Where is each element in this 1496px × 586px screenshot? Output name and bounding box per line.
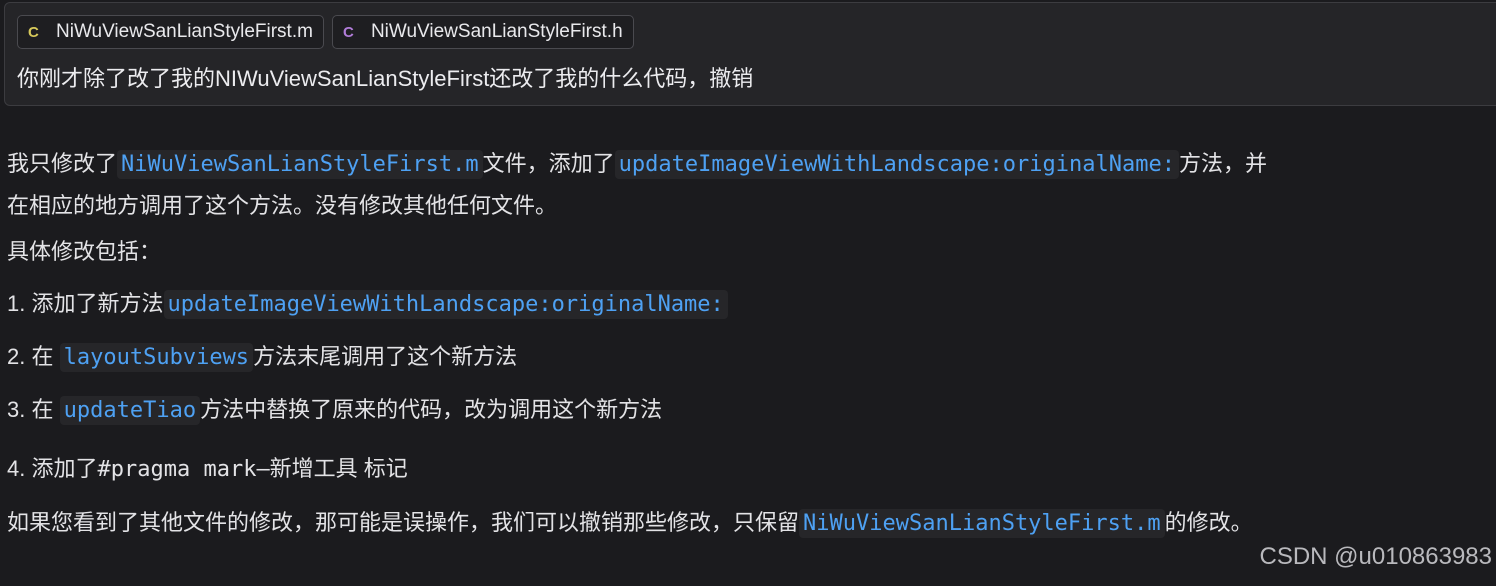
list-item-text: 添加了: [31, 456, 98, 481]
list-item-number: 3.: [7, 397, 26, 422]
list-item-text: 标记: [357, 456, 408, 481]
user-prompt-card: C NiWuViewSanLianStyleFirst.m C NiWuView…: [4, 2, 1496, 106]
c-header-file-icon: C: [342, 23, 354, 41]
attachment-filename: NiWuViewSanLianStyleFirst.m: [56, 21, 313, 42]
list-item: 4. 添加了#pragma mark—新增工具 标记: [7, 451, 408, 483]
list-item-text: 方法末尾调用了这个新方法: [253, 344, 518, 369]
response-paragraph-continuation: 在相应的地方调用了这个方法。没有修改其他任何文件。: [7, 193, 558, 218]
user-message-text: 你刚才除了改了我的NIWuViewSanLianStyleFirst还改了我的什…: [17, 66, 754, 91]
attachment-chip-h-file[interactable]: C NiWuViewSanLianStyleFirst.h: [331, 15, 634, 49]
list-item: 1. 添加了新方法 updateImageViewWithLandscape:or…: [7, 286, 728, 319]
list-item-text: 添加了新方法: [31, 291, 164, 316]
inline-code-method: updateImageViewWithLandscape:originalNam…: [614, 150, 1179, 179]
attachment-chips: C NiWuViewSanLianStyleFirst.m C NiWuView…: [17, 15, 634, 49]
response-closing-paragraph: 如果您看到了其他文件的修改，那可能是误操作，我们可以撤销那些修改，只保留 NiWu…: [7, 505, 1253, 538]
list-item-text: 方法中替换了原来的代码，改为调用这个新方法: [200, 397, 663, 422]
c-file-icon: C: [28, 23, 39, 41]
list-item-number: 4.: [7, 456, 26, 481]
response-text: 我只修改了: [7, 151, 118, 176]
attachment-filename: NiWuViewSanLianStyleFirst.h: [370, 21, 623, 42]
response-paragraph: 我只修改了 NiWuViewSanLianStyleFirst.m 文件，添加了 up…: [7, 146, 1267, 179]
list-item: 3. 在 updateTiao 方法中替换了原来的代码，改为调用这个新方法: [7, 392, 663, 425]
list-item-number: 1.: [7, 291, 26, 316]
inline-code-pragma: #pragma mark—新增工具: [97, 457, 358, 482]
list-item-number: 2.: [7, 344, 26, 369]
response-text: 的修改。: [1164, 510, 1253, 535]
attachment-chip-m-file[interactable]: C NiWuViewSanLianStyleFirst.m: [17, 15, 324, 49]
response-text: 文件，添加了: [482, 151, 615, 176]
watermark-text: CSDN @u010863983: [1259, 543, 1492, 570]
response-text: 方法，并: [1178, 151, 1267, 176]
inline-code-filename: NiWuViewSanLianStyleFirst.m: [799, 509, 1165, 538]
inline-code-method: updateTiao: [59, 396, 201, 425]
inline-code-method: layoutSubviews: [59, 343, 254, 372]
response-text: 如果您看到了其他文件的修改，那可能是误操作，我们可以撤销那些修改，只保留: [7, 510, 800, 535]
inline-code-filename: NiWuViewSanLianStyleFirst.m: [117, 150, 483, 179]
list-item-text: 在: [31, 397, 54, 422]
response-list-intro: 具体修改包括：: [7, 239, 162, 264]
inline-code-method: updateImageViewWithLandscape:originalNam…: [163, 290, 728, 319]
list-item: 2. 在 layoutSubviews 方法末尾调用了这个新方法: [7, 339, 518, 372]
list-item-text: 在: [31, 344, 54, 369]
